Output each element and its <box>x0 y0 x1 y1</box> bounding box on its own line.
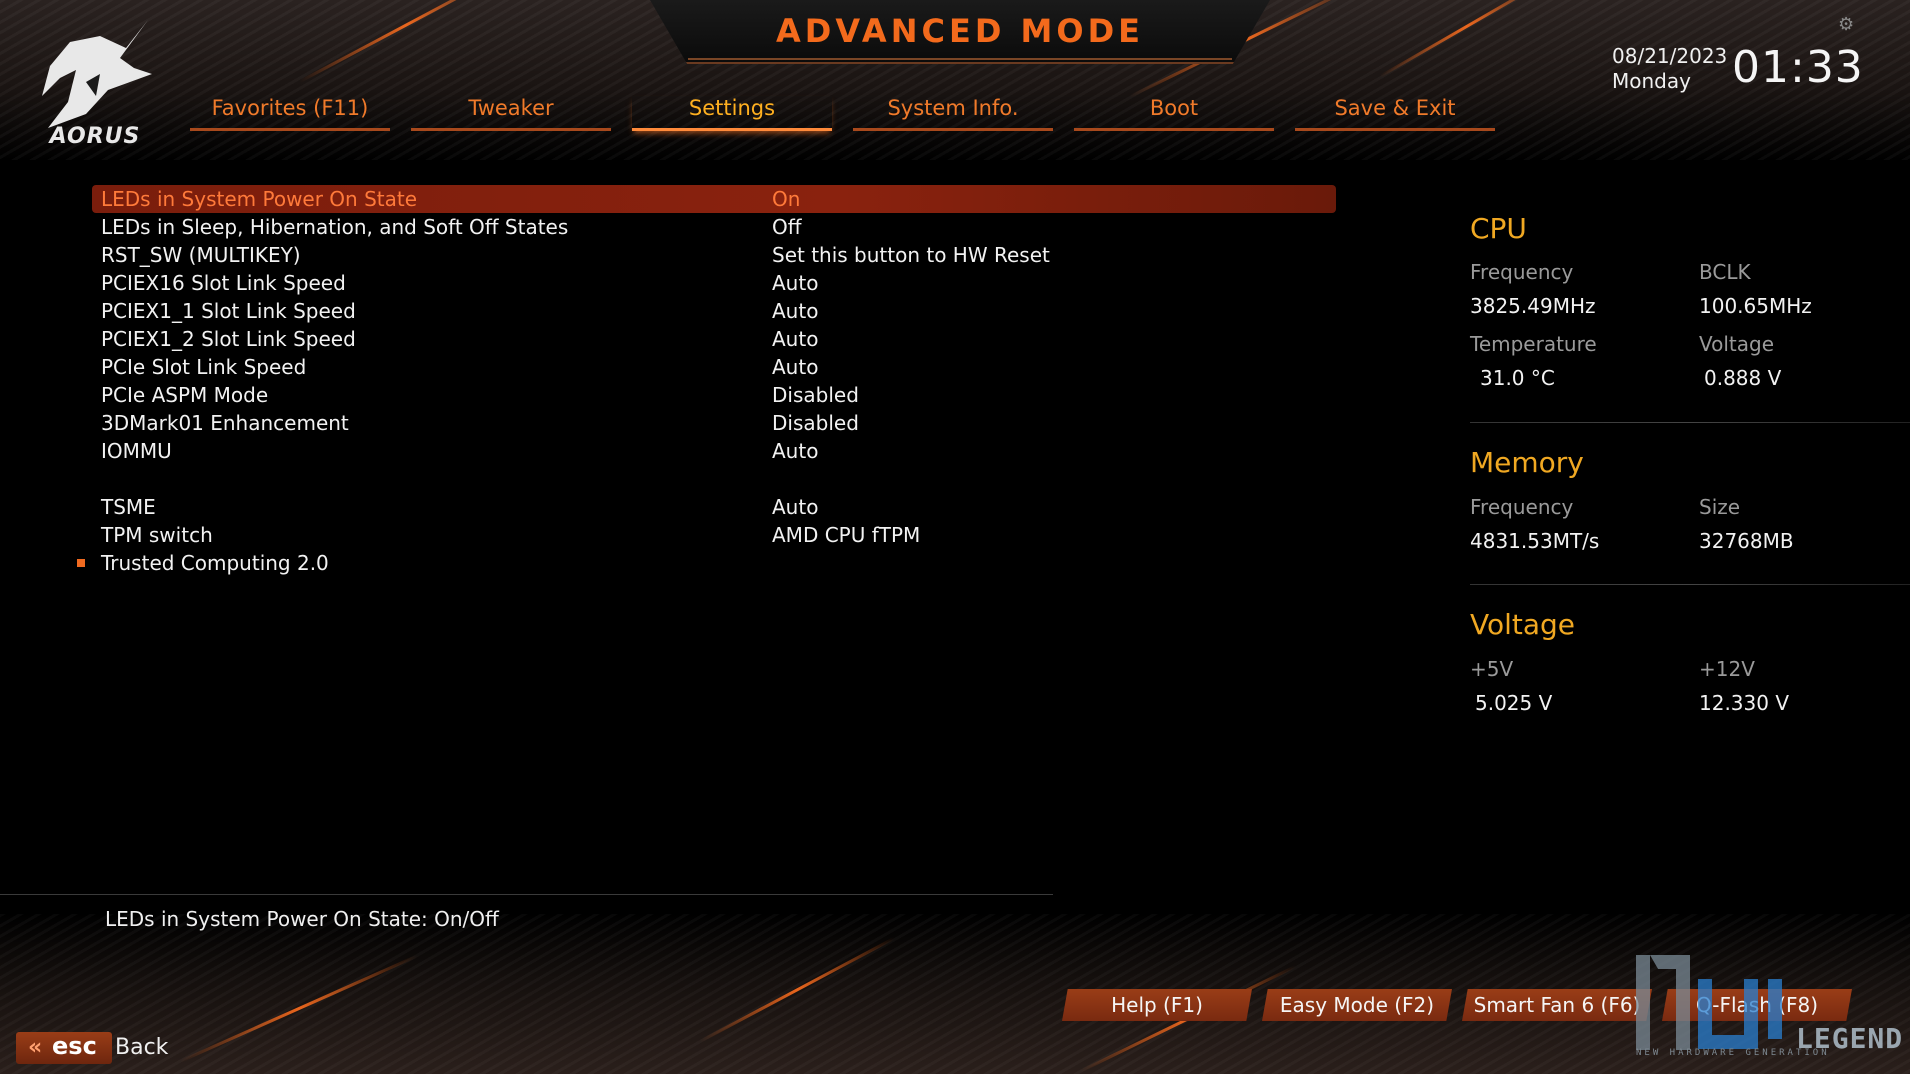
cpu-frequency-value: 3825.49MHz <box>1470 294 1596 318</box>
setting-value[interactable]: Off <box>772 213 802 241</box>
setting-row-3dmark01[interactable]: 3DMark01 Enhancement Disabled <box>92 409 1336 437</box>
setting-label: RST_SW (MULTIKEY) <box>101 243 301 267</box>
bios-screen: ADVANCED MODE AORUS 08/21/2023 Monday 01… <box>0 0 1910 1074</box>
panel-divider <box>1470 422 1910 423</box>
date-display: 08/21/2023 Monday <box>1612 44 1727 94</box>
cpu-voltage-value: 0.888 V <box>1704 366 1782 390</box>
setting-value[interactable]: AMD CPU fTPM <box>772 521 920 549</box>
gear-icon[interactable]: ⚙ <box>1838 16 1856 34</box>
cpu-bclk-label: BCLK <box>1699 260 1751 284</box>
cpu-section-title: CPU <box>1470 212 1527 245</box>
date-value: 08/21/2023 <box>1612 44 1728 68</box>
setting-label: LEDs in Sleep, Hibernation, and Soft Off… <box>101 215 569 239</box>
tab-system-info[interactable]: System Info. <box>853 96 1053 131</box>
submenu-bullet-icon <box>77 559 85 567</box>
setting-value[interactable]: Auto <box>772 269 818 297</box>
setting-value[interactable]: Disabled <box>772 409 859 437</box>
setting-value[interactable]: Auto <box>772 353 818 381</box>
setting-value[interactable]: Set this button to HW Reset <box>772 241 1050 269</box>
setting-label: PCIEX1_1 Slot Link Speed <box>101 299 356 323</box>
setting-label: 3DMark01 Enhancement <box>101 411 349 435</box>
voltage-5v-label: +5V <box>1470 657 1514 681</box>
setting-value[interactable]: Auto <box>772 437 818 465</box>
tab-tweaker[interactable]: Tweaker <box>411 96 611 131</box>
setting-row-rst-sw[interactable]: RST_SW (MULTIKEY) Set this button to HW … <box>92 241 1336 269</box>
voltage-section-title: Voltage <box>1470 608 1576 641</box>
setting-label: IOMMU <box>101 439 172 463</box>
setting-value[interactable]: Auto <box>772 325 818 353</box>
help-divider <box>0 894 1053 895</box>
setting-row-pciex16[interactable]: PCIEX16 Slot Link Speed Auto <box>92 269 1336 297</box>
memory-size-value: 32768MB <box>1699 529 1794 553</box>
panel-divider <box>1470 584 1910 585</box>
setting-row-iommu[interactable]: IOMMU Auto <box>92 437 1336 465</box>
setting-label: PCIe Slot Link Speed <box>101 355 307 379</box>
setting-row-leds-power-on[interactable]: LEDs in System Power On State On <box>92 185 1336 213</box>
voltage-5v-value: 5.025 V <box>1475 691 1553 715</box>
setting-row-pcie-aspm[interactable]: PCIe ASPM Mode Disabled <box>92 381 1336 409</box>
setting-value[interactable]: Auto <box>772 493 818 521</box>
help-description: LEDs in System Power On State: On/Off <box>105 907 499 931</box>
esc-button[interactable]: « esc <box>16 1032 112 1064</box>
title-plate-edge <box>688 58 1232 60</box>
main-tabs: Favorites (F11) Tweaker Settings System … <box>190 96 1516 131</box>
setting-row-pciex1-2[interactable]: PCIEX1_2 Slot Link Speed Auto <box>92 325 1336 353</box>
setting-label: TPM switch <box>101 523 213 547</box>
smart-fan-button[interactable]: Smart Fan 6 (F6) <box>1462 989 1652 1021</box>
memory-section-title: Memory <box>1470 446 1584 479</box>
tab-settings[interactable]: Settings <box>632 96 832 131</box>
back-label[interactable]: Back <box>115 1035 168 1060</box>
setting-row-trusted-computing[interactable]: Trusted Computing 2.0 <box>77 549 1336 577</box>
help-button[interactable]: Help (F1) <box>1062 989 1252 1021</box>
clock-display: 01:33 <box>1732 42 1864 93</box>
day-value: Monday <box>1612 69 1691 93</box>
page-title: ADVANCED MODE <box>776 12 1144 50</box>
tab-save-exit[interactable]: Save & Exit <box>1295 96 1495 131</box>
setting-value[interactable]: Disabled <box>772 381 859 409</box>
setting-row-pcie-slot[interactable]: PCIe Slot Link Speed Auto <box>92 353 1336 381</box>
memory-size-label: Size <box>1699 495 1741 519</box>
setting-row-tsme[interactable]: TSME Auto <box>92 493 1336 521</box>
memory-frequency-value: 4831.53MT/s <box>1470 529 1600 553</box>
esc-label: esc <box>52 1032 97 1060</box>
setting-label: PCIEX1_2 Slot Link Speed <box>101 327 356 351</box>
voltage-12v-label: +12V <box>1699 657 1755 681</box>
setting-label: LEDs in System Power On State <box>101 187 418 211</box>
cpu-voltage-label: Voltage <box>1699 332 1775 356</box>
setting-label: TSME <box>101 495 156 519</box>
setting-label: Trusted Computing 2.0 <box>101 551 329 575</box>
setting-value[interactable]: On <box>772 185 800 213</box>
setting-row-leds-sleep[interactable]: LEDs in Sleep, Hibernation, and Soft Off… <box>92 213 1336 241</box>
settings-list: LEDs in System Power On State On LEDs in… <box>77 185 1336 577</box>
double-chevron-left-icon: « <box>28 1035 43 1060</box>
setting-label: PCIEX16 Slot Link Speed <box>101 271 346 295</box>
setting-row-tpm-switch[interactable]: TPM switch AMD CPU fTPM <box>92 521 1336 549</box>
cpu-bclk-value: 100.65MHz <box>1699 294 1812 318</box>
setting-row-pciex1-1[interactable]: PCIEX1_1 Slot Link Speed Auto <box>92 297 1336 325</box>
setting-value[interactable]: Auto <box>772 297 818 325</box>
setting-label: PCIe ASPM Mode <box>101 383 269 407</box>
cpu-frequency-label: Frequency <box>1470 260 1574 284</box>
cpu-temperature-label: Temperature <box>1470 332 1597 356</box>
tab-boot[interactable]: Boot <box>1074 96 1274 131</box>
easy-mode-button[interactable]: Easy Mode (F2) <box>1262 989 1452 1021</box>
watermark-subtext: NEW HARDWARE GENERATION <box>1636 1048 1830 1058</box>
tab-favorites[interactable]: Favorites (F11) <box>190 96 390 131</box>
memory-frequency-label: Frequency <box>1470 495 1574 519</box>
brand-logo-text: AORUS <box>49 124 141 149</box>
cpu-temperature-value: 31.0 °C <box>1480 366 1555 390</box>
voltage-12v-value: 12.330 V <box>1699 691 1790 715</box>
